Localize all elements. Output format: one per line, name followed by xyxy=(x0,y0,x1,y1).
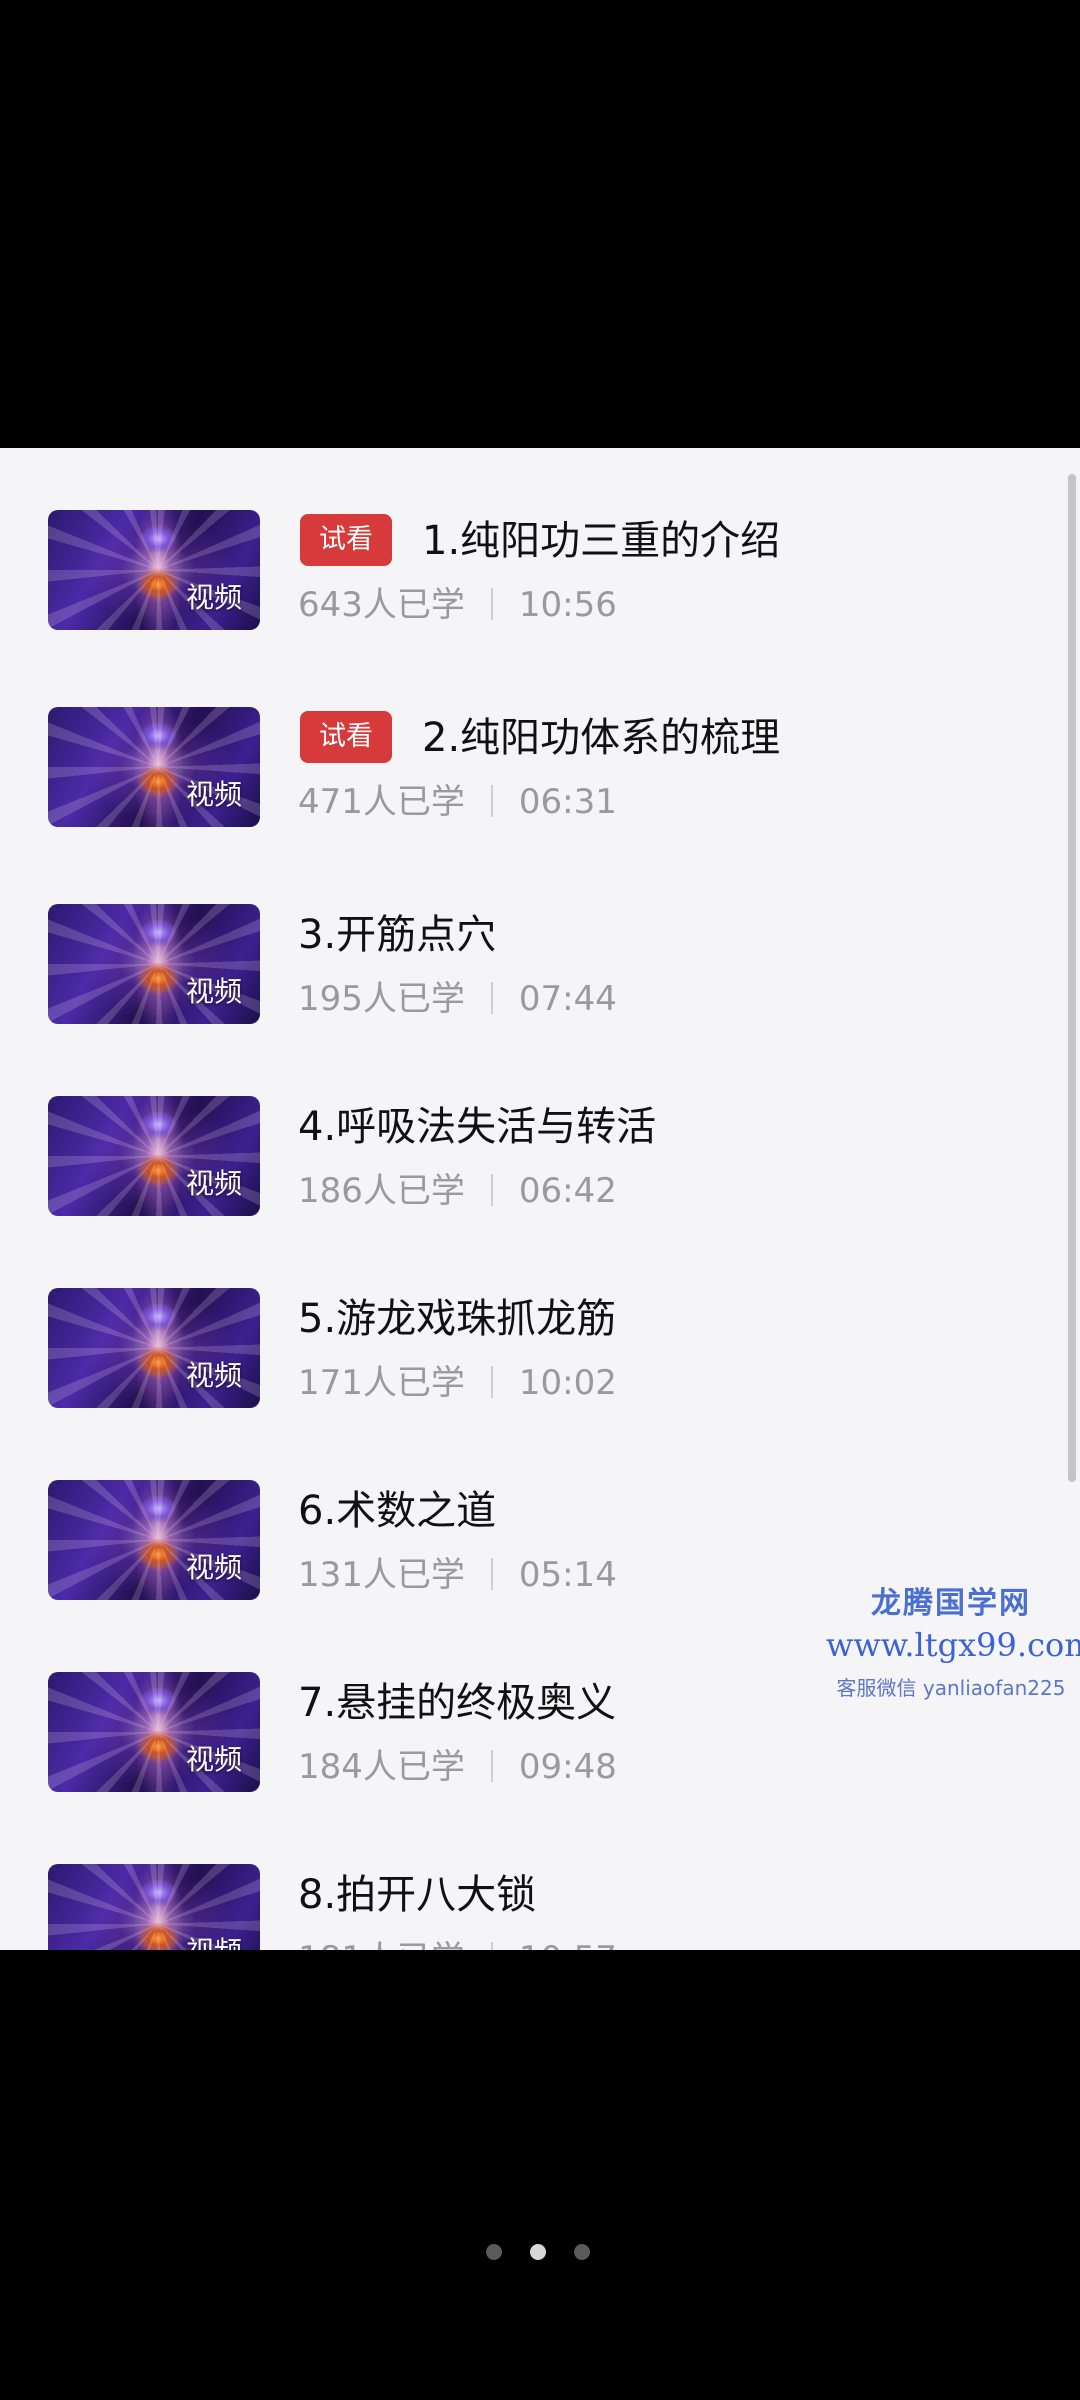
watermark-title: 龙腾国学网 xyxy=(871,1586,1031,1621)
watermark-contact: 客服微信 yanliaofan225 xyxy=(836,1676,1066,1700)
lesson-meta: 181人已学 10:57 xyxy=(298,1936,617,1950)
lesson-thumbnail[interactable]: 视频 xyxy=(48,1288,260,1408)
lesson-duration: 05:14 xyxy=(518,1555,617,1595)
page-indicator xyxy=(486,2244,596,2264)
lesson-title[interactable]: 1.纯阳功三重的介绍 xyxy=(422,514,780,568)
lesson-title[interactable]: 3.开筋点穴 xyxy=(298,908,496,962)
meta-divider xyxy=(490,1942,493,1950)
learner-count: 195人已学 xyxy=(298,979,465,1019)
video-label: 视频 xyxy=(185,581,242,614)
meta-divider xyxy=(490,588,493,620)
lesson-thumbnail[interactable]: 视频 xyxy=(48,510,260,630)
video-label: 视频 xyxy=(186,1930,242,1950)
lesson-duration: 10:57 xyxy=(519,1939,617,1950)
lesson-duration: 07:44 xyxy=(518,979,617,1019)
page-dot[interactable] xyxy=(574,2244,590,2260)
lesson-meta: 184人已学 09:48 xyxy=(298,1744,617,1790)
video-label: 视频 xyxy=(185,778,242,811)
lesson-row[interactable]: 视频 5.游龙戏珠抓龙筋 171人已学 10:02 xyxy=(0,1288,1080,1438)
watermark-url: www.ltgx99.com xyxy=(826,1626,1080,1664)
lesson-row[interactable]: 视频 8.拍开八大锁 181人已学 10:57 xyxy=(0,1864,1080,1950)
lesson-row[interactable]: 视频 试看 1.纯阳功三重的介绍 643人已学 10:56 xyxy=(0,510,1080,660)
learner-count: 184人已学 xyxy=(298,1747,465,1787)
lesson-meta: 195人已学 07:44 xyxy=(298,976,617,1022)
lesson-thumbnail[interactable]: 视频 xyxy=(48,1096,260,1216)
learner-count: 471人已学 xyxy=(298,782,465,822)
learner-count: 181人已学 xyxy=(298,1939,465,1950)
lesson-duration: 10:02 xyxy=(518,1363,617,1403)
video-label: 视频 xyxy=(185,1167,242,1200)
lesson-duration: 10:56 xyxy=(518,585,617,625)
trial-badge: 试看 xyxy=(300,514,392,566)
video-label: 视频 xyxy=(185,1359,242,1392)
lesson-meta: 131人已学 05:14 xyxy=(298,1552,617,1598)
lesson-row[interactable]: 视频 3.开筋点穴 195人已学 07:44 xyxy=(0,904,1080,1054)
meta-divider xyxy=(490,1174,493,1206)
scrollbar[interactable] xyxy=(1068,474,1076,1482)
lesson-duration: 06:42 xyxy=(518,1171,617,1211)
meta-divider xyxy=(490,982,493,1014)
lesson-title[interactable]: 7.悬挂的终极奥义 xyxy=(298,1676,616,1730)
lesson-title[interactable]: 8.拍开八大锁 xyxy=(298,1868,536,1922)
page-dot[interactable] xyxy=(486,2244,502,2260)
lesson-thumbnail[interactable]: 视频 xyxy=(48,904,260,1024)
lesson-duration: 06:31 xyxy=(518,782,617,822)
learner-count: 186人已学 xyxy=(298,1171,465,1211)
lesson-meta: 186人已学 06:42 xyxy=(298,1168,617,1214)
lesson-thumbnail[interactable]: 视频 xyxy=(48,1864,260,1950)
meta-divider xyxy=(490,785,493,817)
meta-divider xyxy=(490,1750,493,1782)
video-label: 视频 xyxy=(185,1551,242,1584)
video-label: 视频 xyxy=(185,1743,242,1776)
lesson-title[interactable]: 4.呼吸法失活与转活 xyxy=(298,1100,656,1154)
video-label: 视频 xyxy=(185,975,242,1008)
lesson-row[interactable]: 视频 试看 2.纯阳功体系的梳理 471人已学 06:31 xyxy=(0,707,1080,857)
site-watermark: 龙腾国学网 www.ltgx99.com 客服微信 yanliaofan225 xyxy=(826,1578,1080,1701)
top-black-area xyxy=(0,0,1080,448)
meta-divider xyxy=(490,1558,493,1590)
lesson-list-panel[interactable]: 视频 试看 1.纯阳功三重的介绍 643人已学 10:56 视频 试看 2.纯阳功… xyxy=(0,448,1080,1950)
lesson-thumbnail[interactable]: 视频 xyxy=(48,1672,260,1792)
learner-count: 643人已学 xyxy=(298,585,465,625)
lesson-title[interactable]: 2.纯阳功体系的梳理 xyxy=(422,711,780,765)
lesson-title[interactable]: 6.术数之道 xyxy=(298,1484,496,1538)
page-dot-active[interactable] xyxy=(530,2244,546,2260)
lesson-meta: 643人已学 10:56 xyxy=(298,582,617,628)
bottom-black-area xyxy=(0,1950,1080,2400)
lesson-meta: 471人已学 06:31 xyxy=(298,779,617,825)
lesson-row[interactable]: 视频 4.呼吸法失活与转活 186人已学 06:42 xyxy=(0,1096,1080,1246)
learner-count: 131人已学 xyxy=(298,1555,465,1595)
lesson-duration: 09:48 xyxy=(518,1747,617,1787)
lesson-meta: 171人已学 10:02 xyxy=(298,1360,617,1406)
lesson-thumbnail[interactable]: 视频 xyxy=(48,707,260,827)
lesson-title[interactable]: 5.游龙戏珠抓龙筋 xyxy=(298,1292,616,1346)
lesson-thumbnail[interactable]: 视频 xyxy=(48,1480,260,1600)
meta-divider xyxy=(490,1366,493,1398)
trial-badge: 试看 xyxy=(300,711,392,763)
learner-count: 171人已学 xyxy=(298,1363,465,1403)
